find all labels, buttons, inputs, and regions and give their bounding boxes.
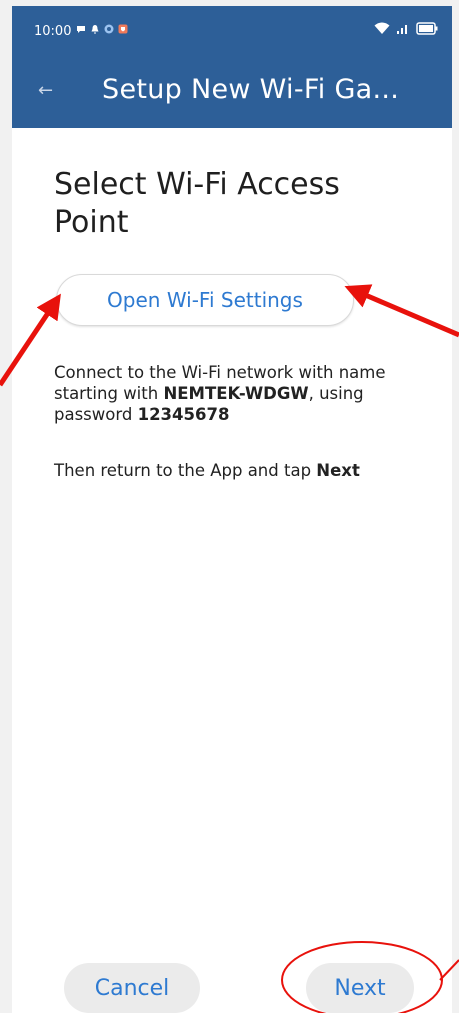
- battery-icon: [416, 22, 438, 35]
- wifi-icon: [374, 22, 390, 34]
- phone-screen: 10:00 ← Setup New Wi-Fi Ga... Select Wi-…: [12, 6, 452, 1013]
- back-arrow-icon[interactable]: ←: [38, 80, 53, 101]
- chat-icon: [77, 26, 85, 33]
- network-name: NEMTEK-WDGW: [163, 384, 309, 403]
- app-bar-title: Setup New Wi-Fi Ga...: [102, 74, 400, 105]
- return-text: Then return to the App and tap Next: [54, 460, 434, 481]
- app-bar: ← Setup New Wi-Fi Ga...: [12, 58, 452, 128]
- notification-icons: [76, 24, 128, 34]
- shield-icon: [118, 24, 128, 34]
- instruction-text: Connect to the Wi-Fi network with name s…: [54, 362, 434, 425]
- signal-icon: [397, 25, 407, 34]
- wifi-password: 12345678: [137, 405, 230, 424]
- open-wifi-settings-button[interactable]: Open Wi-Fi Settings: [56, 274, 354, 326]
- status-time: 10:00: [34, 24, 72, 39]
- cancel-button[interactable]: Cancel: [64, 963, 200, 1013]
- next-button[interactable]: Next: [306, 963, 414, 1013]
- page-heading: Select Wi-Fi Access Point: [54, 167, 340, 240]
- status-bar: 10:00: [12, 6, 452, 58]
- return-next-word: Next: [316, 461, 360, 480]
- app-icon: [104, 24, 114, 34]
- return-part1: Then return to the App and tap: [54, 461, 317, 480]
- status-right-icons: [374, 22, 438, 35]
- bell-icon: [91, 25, 99, 34]
